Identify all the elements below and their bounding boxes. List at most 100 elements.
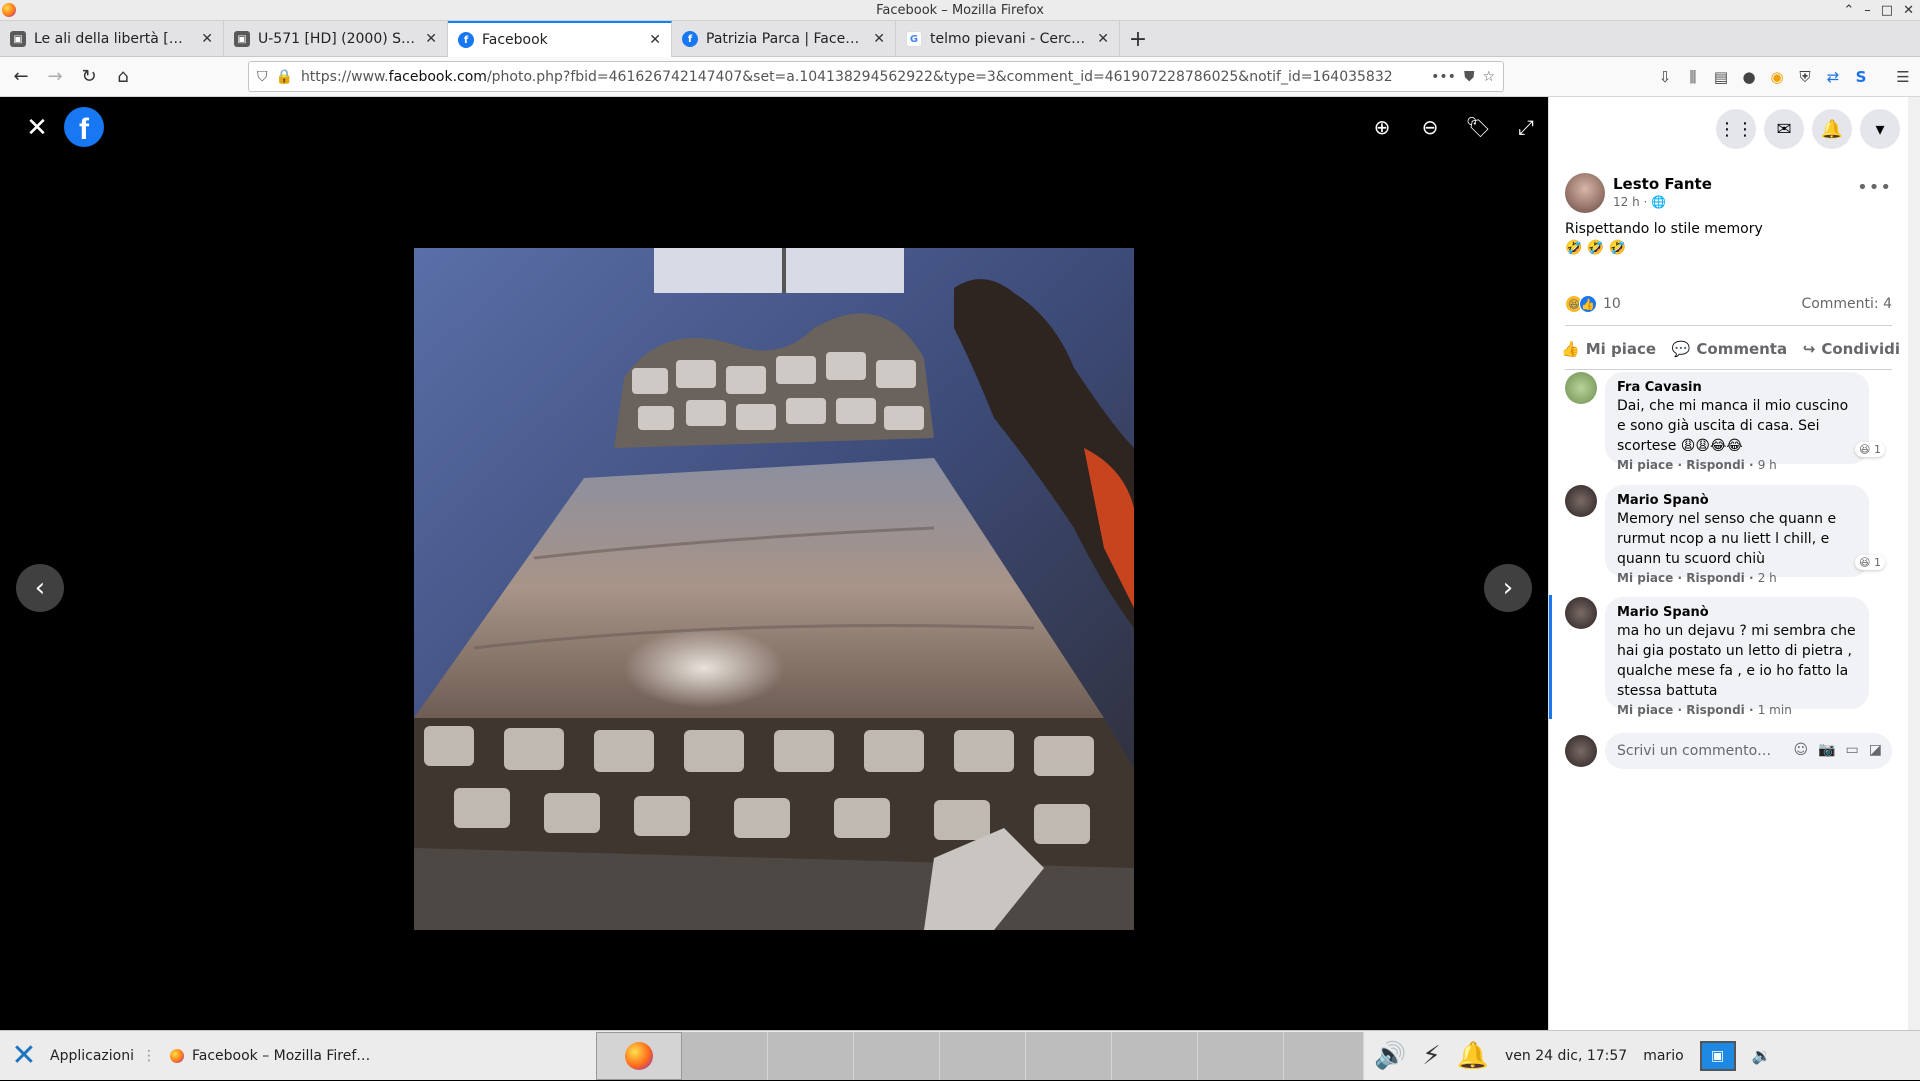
- comment-author[interactable]: Fra Cavasin: [1617, 380, 1857, 396]
- share-button[interactable]: ↪ Condividi: [1803, 340, 1900, 358]
- workspace-6[interactable]: [1025, 1031, 1112, 1080]
- post-photo[interactable]: [414, 248, 1134, 930]
- workspace-3[interactable]: [767, 1031, 854, 1080]
- bookmarks-icon[interactable]: ⇩: [1654, 66, 1676, 88]
- account-dropdown-icon[interactable]: ▾: [1860, 109, 1900, 149]
- previous-photo-button[interactable]: ‹: [16, 564, 64, 612]
- comments-count[interactable]: Commenti: 4: [1801, 296, 1892, 312]
- next-photo-button[interactable]: ›: [1484, 564, 1532, 612]
- comment-like-link[interactable]: Mi piace: [1617, 703, 1673, 717]
- account-icon[interactable]: ●: [1738, 66, 1760, 88]
- page-actions-icon[interactable]: •••: [1431, 69, 1456, 85]
- bookmark-star-icon[interactable]: ☆: [1482, 69, 1495, 85]
- translate-icon[interactable]: ⇄: [1822, 66, 1844, 88]
- extension-icon[interactable]: ◉: [1766, 66, 1788, 88]
- comment-time[interactable]: 2 h: [1758, 571, 1777, 585]
- browser-tab-active[interactable]: f Facebook ✕: [448, 21, 672, 57]
- comment-reply-link[interactable]: Rispondi: [1686, 571, 1745, 585]
- notifications-bell-icon[interactable]: 🔔: [1812, 109, 1852, 149]
- workspace-9[interactable]: [1283, 1031, 1364, 1080]
- browser-tab[interactable]: f Patrizia Parca | Facebook ✕: [672, 21, 896, 57]
- menu-icon[interactable]: ☰: [1892, 66, 1914, 88]
- avatar[interactable]: [1565, 372, 1597, 404]
- user-name[interactable]: mario: [1643, 1048, 1683, 1064]
- pocket-icon[interactable]: ⛊: [1464, 69, 1475, 85]
- comment-like-link[interactable]: Mi piace: [1617, 571, 1673, 585]
- close-tab-icon[interactable]: ✕: [873, 31, 885, 47]
- browser-tab[interactable]: ▣ U-571 [HD] (2000) Strea ✕: [224, 21, 448, 57]
- screen-icon[interactable]: ▣: [1699, 1040, 1736, 1071]
- emoji-icon[interactable]: ☺: [1793, 742, 1808, 758]
- post-time[interactable]: 12 h ·: [1613, 195, 1647, 209]
- comment-time[interactable]: 1 min: [1758, 703, 1792, 717]
- url-bar[interactable]: ⛉ 🔒 https://www.facebook.com/photo.php?f…: [248, 61, 1504, 92]
- taskbar-window-firefox[interactable]: Facebook – Mozilla Firef…: [162, 1033, 492, 1079]
- facebook-logo[interactable]: f: [64, 107, 104, 147]
- post-author[interactable]: Lesto Fante: [1613, 175, 1712, 193]
- post-meta: 12 h · 🌐: [1613, 195, 1666, 209]
- more-options-icon[interactable]: •••: [1857, 177, 1892, 198]
- close-tab-icon[interactable]: ✕: [425, 31, 437, 47]
- battery-icon[interactable]: ⚡: [1422, 1041, 1440, 1071]
- page-scrollbar[interactable]: [1908, 97, 1920, 1030]
- workspace-5[interactable]: [939, 1031, 1026, 1080]
- zoom-out-icon[interactable]: ⊖: [1418, 115, 1442, 139]
- reload-button[interactable]: ↻: [72, 60, 106, 94]
- volume-icon[interactable]: 🔊: [1374, 1041, 1406, 1071]
- browser-tab[interactable]: G telmo pievani - Cerca co ✕: [896, 21, 1120, 57]
- ublock-icon[interactable]: ⛨: [1794, 66, 1816, 88]
- close-viewer-icon[interactable]: ✕: [24, 113, 50, 143]
- shield-icon[interactable]: ⛉: [257, 69, 268, 85]
- comment-author[interactable]: Mario Spanò: [1617, 493, 1857, 509]
- comment-button[interactable]: 💬 Commenta: [1672, 340, 1787, 358]
- window-maximize-icon[interactable]: □: [1881, 3, 1893, 18]
- workspace-8[interactable]: [1197, 1031, 1284, 1080]
- tag-icon[interactable]: 🏷: [1465, 115, 1490, 139]
- avatar[interactable]: [1565, 597, 1597, 629]
- window-close-icon[interactable]: ✕: [1903, 3, 1914, 18]
- comment-time[interactable]: 9 h: [1758, 458, 1777, 472]
- clock[interactable]: ven 24 dic, 17:57: [1505, 1048, 1627, 1064]
- messenger-icon[interactable]: ✉: [1764, 109, 1804, 149]
- like-reaction-icon[interactable]: 👍: [1579, 295, 1597, 313]
- avatar[interactable]: [1565, 485, 1597, 517]
- comment-reaction-badge[interactable]: 😆 1: [1855, 442, 1885, 457]
- workspace-2[interactable]: [681, 1031, 768, 1080]
- workspace-7[interactable]: [1111, 1031, 1198, 1080]
- url-text[interactable]: https://www.facebook.com/photo.php?fbid=…: [301, 69, 1423, 85]
- comment-like-link[interactable]: Mi piace: [1617, 458, 1673, 472]
- back-button[interactable]: ←: [4, 60, 38, 94]
- menu-grid-icon[interactable]: ⋮⋮: [1716, 109, 1756, 149]
- home-button[interactable]: ⌂: [106, 60, 140, 94]
- speaker-small-icon[interactable]: 🔉: [1752, 1046, 1772, 1065]
- camera-icon[interactable]: 📷: [1818, 742, 1835, 758]
- sticker-icon[interactable]: ◪: [1869, 742, 1882, 758]
- zoom-in-icon[interactable]: ⊕: [1370, 115, 1394, 139]
- window-collapse-icon[interactable]: ⌃: [1843, 3, 1854, 18]
- comment-reaction-badge[interactable]: 😆 1: [1855, 555, 1885, 570]
- reaction-count[interactable]: 10: [1603, 296, 1621, 312]
- lock-icon[interactable]: 🔒: [276, 69, 293, 85]
- window-minimize-icon[interactable]: –: [1864, 3, 1871, 18]
- close-tab-icon[interactable]: ✕: [1097, 31, 1109, 47]
- close-tab-icon[interactable]: ✕: [649, 32, 661, 48]
- workspace-4[interactable]: [853, 1031, 940, 1080]
- new-tab-button[interactable]: +: [1120, 21, 1156, 57]
- comment-meta: Mi piace · Rispondi · 2 h: [1617, 571, 1777, 585]
- library-icon[interactable]: ⫼: [1682, 66, 1704, 88]
- gif-icon[interactable]: ▭: [1846, 742, 1859, 758]
- forward-button[interactable]: →: [38, 60, 72, 94]
- fullscreen-icon[interactable]: ⤢: [1514, 115, 1538, 139]
- sidebar-icon[interactable]: ▤: [1710, 66, 1732, 88]
- close-tab-icon[interactable]: ✕: [201, 31, 213, 47]
- workspace-1[interactable]: [595, 1031, 682, 1080]
- browser-tab[interactable]: ▣ Le ali della libertà [HD] ( ✕: [0, 21, 224, 57]
- comment-reply-link[interactable]: Rispondi: [1686, 703, 1745, 717]
- applications-menu[interactable]: ✕ Applicazioni ⋮: [0, 1031, 162, 1081]
- comment-author[interactable]: Mario Spanò: [1617, 605, 1857, 621]
- notifications-icon[interactable]: 🔔: [1457, 1041, 1489, 1071]
- like-button[interactable]: 👍 Mi piace: [1561, 340, 1656, 358]
- comment-reply-link[interactable]: Rispondi: [1686, 458, 1745, 472]
- skype-icon[interactable]: S: [1850, 66, 1872, 88]
- avatar[interactable]: [1565, 173, 1605, 213]
